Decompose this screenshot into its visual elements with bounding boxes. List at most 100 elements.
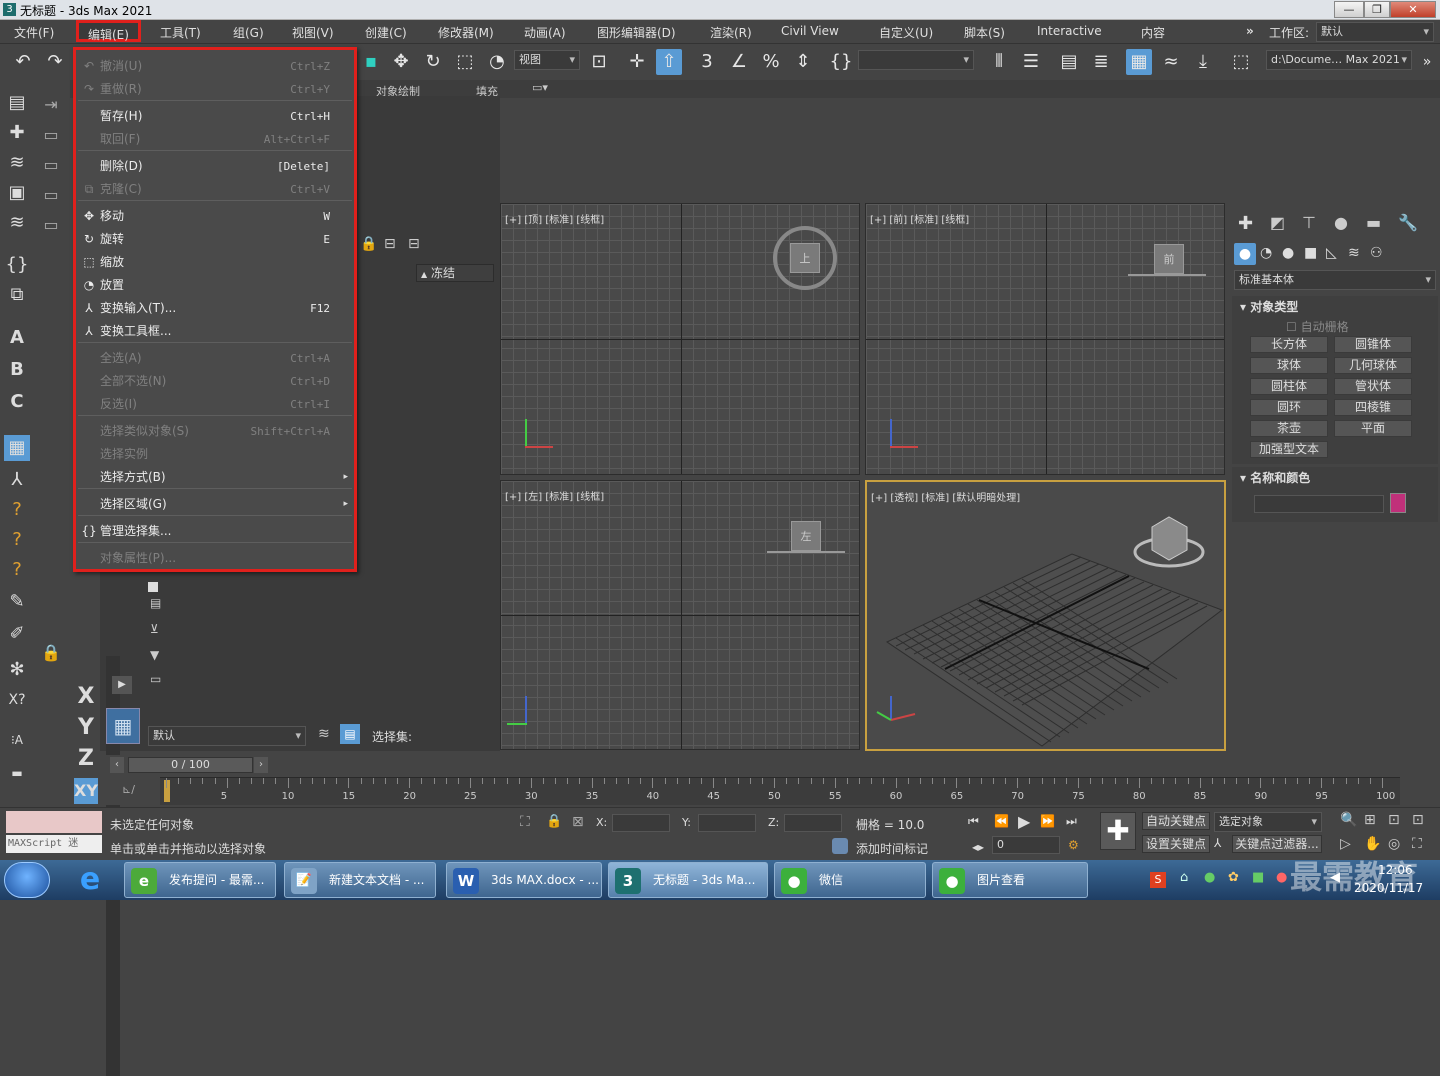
object-type-header[interactable]: ▾ 对象类型 <box>1240 298 1298 315</box>
cone-button[interactable]: 圆锥体 <box>1334 336 1412 353</box>
zoom-extents-all-icon[interactable]: ⊡ <box>1412 812 1424 828</box>
viewcube-front[interactable]: 前 <box>1154 244 1184 274</box>
question-icon[interactable]: ? <box>4 497 30 523</box>
textplus-button[interactable]: 加强型文本 <box>1250 441 1328 458</box>
menu-item-rotate[interactable]: ↻ 旋转 E <box>76 228 354 251</box>
pan-icon[interactable]: ✋ <box>1364 836 1381 852</box>
snaps-toggle-icon[interactable]: 3 <box>694 49 720 75</box>
motion-tab-icon[interactable]: ● <box>1334 213 1348 232</box>
key-mode-icon[interactable]: ◂▸ <box>972 840 984 854</box>
named-selection-icon[interactable]: {} <box>828 49 854 75</box>
menu-view[interactable]: 视图(V) <box>292 24 334 41</box>
restore-button[interactable]: ❐ <box>1364 1 1390 18</box>
tray-app-icon[interactable]: ✿ <box>1228 870 1239 885</box>
tray-app3-icon[interactable]: ● <box>1276 870 1287 885</box>
bend-icon[interactable]: ⅄ <box>4 467 30 493</box>
schematic-view-icon[interactable]: ⤓ <box>1190 49 1216 75</box>
menu-item-manage-selection-sets[interactable]: {} 管理选择集... <box>76 520 354 543</box>
selection-set-icon[interactable]: ▤ <box>340 724 360 744</box>
menu-customize[interactable]: 自定义(U) <box>879 24 933 41</box>
menu-item-region[interactable]: 选择区域(G) ▸ <box>76 493 354 516</box>
axis-y-button[interactable]: Y <box>74 715 98 740</box>
close-button[interactable]: ✕ <box>1390 1 1436 18</box>
toggle-ribbon-icon[interactable]: ≣ <box>1088 49 1114 75</box>
menu-content[interactable]: 内容 <box>1141 24 1165 41</box>
menu-item-object-properties[interactable]: 对象属性(P)... <box>76 547 354 570</box>
select-manipulate-icon[interactable]: ✛ <box>624 49 650 75</box>
sphere-button[interactable]: 球体 <box>1250 357 1328 374</box>
angle-snap-icon[interactable]: ∠ <box>726 49 752 75</box>
menu-item-redo[interactable]: ↷ 重做(R) Ctrl+Y <box>76 78 354 101</box>
clock-time[interactable]: 12:06 <box>1378 863 1413 877</box>
panel4-icon[interactable]: ▭ <box>38 212 64 238</box>
ruler-icon[interactable]: ▬ <box>4 760 30 786</box>
go-end-icon[interactable]: ⏭ <box>1066 814 1077 829</box>
time-prev-icon[interactable]: ‹ <box>110 757 124 773</box>
hierarchy-tab-icon[interactable]: ⊤ <box>1302 213 1316 232</box>
menu-modifiers[interactable]: 修改器(M) <box>438 24 494 41</box>
spacewarps-icon[interactable]: ≋ <box>1348 245 1360 261</box>
grid-icon[interactable]: ▦ <box>4 435 30 461</box>
filter-icon[interactable]: ▤ <box>150 596 161 610</box>
scene-explorer-icon[interactable]: ▦ <box>1126 49 1152 75</box>
mirror-icon[interactable]: ⫴ <box>986 49 1012 75</box>
viewport-front[interactable]: [+] [前] [标准] [线框] 前 <box>865 203 1225 475</box>
time-cursor[interactable] <box>164 780 170 802</box>
track-icon[interactable]: ⊾∕ <box>122 783 135 796</box>
freeze-column-header[interactable]: ▲ 冻结 <box>416 264 494 282</box>
cameras-icon[interactable]: ■ <box>1304 245 1317 261</box>
current-frame-field[interactable]: 0 <box>992 836 1060 854</box>
expand-button[interactable]: ▶ <box>112 676 132 694</box>
dotted-a-icon[interactable]: ⁝A <box>4 727 30 753</box>
align-icon[interactable]: ☰ <box>1018 49 1044 75</box>
geometry-icon[interactable]: ● <box>1234 243 1256 265</box>
menu-item-undo[interactable]: ↶ 撤消(U) Ctrl+Z <box>76 55 354 78</box>
axis-z-button[interactable]: Z <box>74 746 98 771</box>
tray-network-icon[interactable]: ⌂ <box>1180 870 1188 885</box>
menu-item-select-none[interactable]: 全部不选(N) Ctrl+D <box>76 370 354 393</box>
task-item[interactable]: 📝 新建文本文档 - ... <box>284 862 436 898</box>
plane-button[interactable]: 平面 <box>1334 420 1412 437</box>
y-coord-field[interactable] <box>698 814 756 832</box>
menu-group[interactable]: 组(G) <box>233 24 264 41</box>
next-frame-icon[interactable]: ⏩ <box>1040 814 1055 828</box>
text-a-icon[interactable]: A <box>4 325 30 351</box>
add-icon[interactable]: ✚ <box>4 120 30 146</box>
go-start-icon[interactable]: ⏮ <box>968 814 979 829</box>
menu-item-select-instances[interactable]: 选择实例 <box>76 443 354 466</box>
task-item[interactable]: 3 无标题 - 3ds Ma... <box>608 862 768 898</box>
menu-item-select-similar[interactable]: 选择类似对象(S) Shift+Ctrl+A <box>76 420 354 443</box>
zoom-icon[interactable]: 🔍 <box>1340 812 1357 828</box>
panel2-icon[interactable]: ▭ <box>38 152 64 178</box>
named-selection-dropdown[interactable] <box>858 50 974 70</box>
menu-create[interactable]: 创建(C) <box>365 24 407 41</box>
ie-icon[interactable]: e <box>66 862 114 898</box>
menu-item-move[interactable]: ✥ 移动 W <box>76 205 354 228</box>
layer-explorer-icon[interactable]: ▤ <box>1056 49 1082 75</box>
menu-item-clone[interactable]: ⧉ 克隆(C) Ctrl+V <box>76 178 354 201</box>
teapot-button[interactable]: 茶壶 <box>1250 420 1328 437</box>
menu-item-hold[interactable]: 暂存(H) Ctrl+H <box>76 105 354 128</box>
menu-item-select-by[interactable]: 选择方式(B) ▸ <box>76 466 354 489</box>
question2-icon[interactable]: ? <box>4 527 30 553</box>
undo-icon[interactable]: ↶ <box>10 49 36 75</box>
shapes-icon[interactable]: ◔ <box>1260 245 1272 261</box>
ribbon-options-icon[interactable]: ▭▾ <box>532 81 548 94</box>
question3-icon[interactable]: ? <box>4 557 30 583</box>
panel3-icon[interactable]: ▭ <box>38 182 64 208</box>
rotate-icon[interactable]: ↻ <box>420 49 446 75</box>
time-config-icon[interactable]: ⚙ <box>1068 838 1079 852</box>
minimize-button[interactable]: — <box>1334 1 1364 18</box>
viewport-perspective[interactable]: [+] [透视] [标准] [默认明暗处理] <box>865 480 1226 751</box>
torus-button[interactable]: 圆环 <box>1250 399 1328 416</box>
snapshot-icon[interactable]: ⧉ <box>4 282 30 308</box>
set-key-big-button[interactable]: ✚ <box>1100 812 1136 850</box>
isolate-icon[interactable]: ⛶ <box>520 814 530 830</box>
layers-stack-icon[interactable]: ≋ <box>318 726 330 742</box>
time-next-icon[interactable]: › <box>254 757 268 773</box>
scale-icon[interactable]: ⬚ <box>452 49 478 75</box>
create-selection-icon[interactable]: ▤ <box>4 90 30 116</box>
tray-wechat-icon[interactable]: ● <box>1204 870 1215 885</box>
select-object-icon[interactable]: ▪ <box>358 49 384 75</box>
hierarchy2-icon[interactable]: ⊟ <box>408 236 420 252</box>
